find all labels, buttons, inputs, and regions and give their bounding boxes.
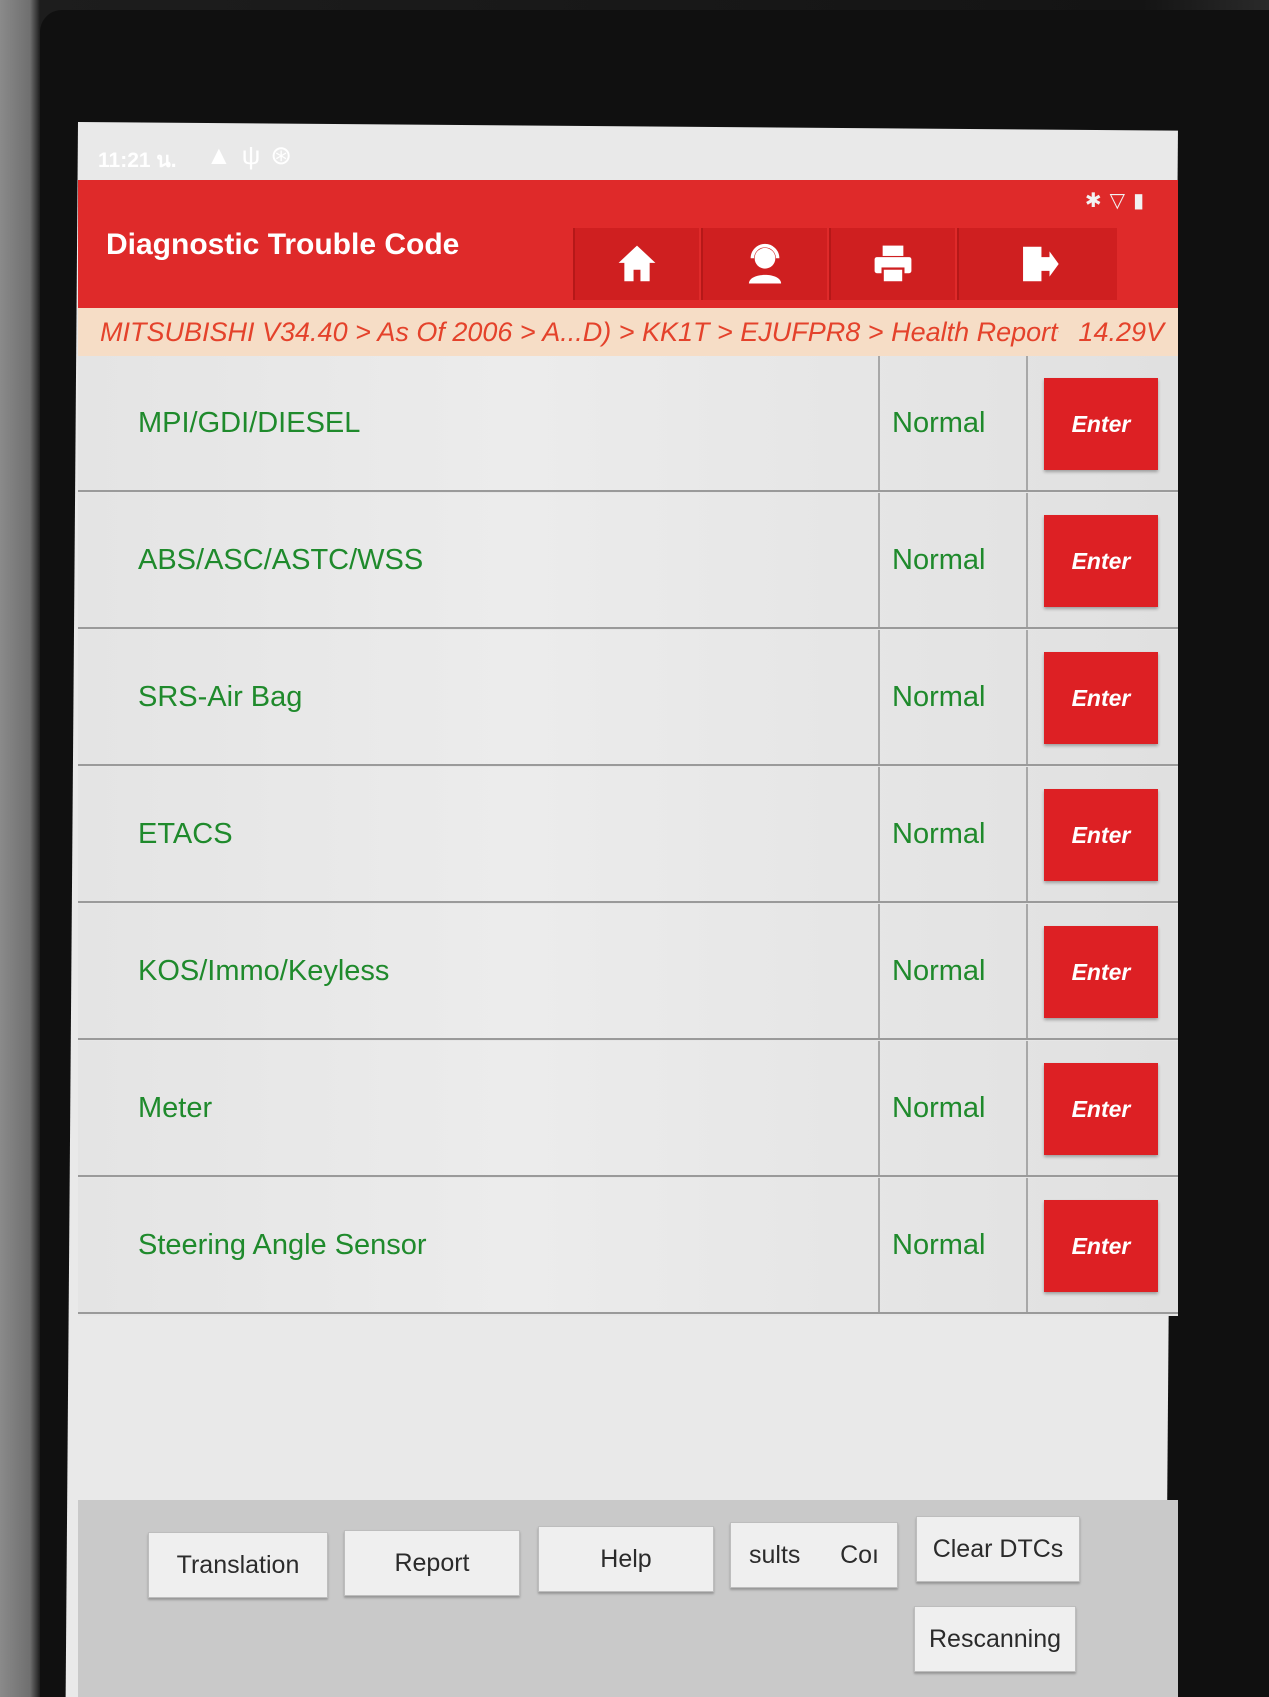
print-icon (874, 245, 912, 284)
table-row: ABS/ASC/ASTC/WSS Normal Enter (78, 493, 1178, 629)
warning-icon: ▲ (206, 140, 242, 170)
system-list: MPI/GDI/DIESEL Normal Enter ABS/ASC/ASTC… (78, 356, 1178, 1316)
enter-button[interactable]: Enter (1044, 1200, 1158, 1292)
bottom-toolbar: Translation Report Help sults Coı Clear … (78, 1500, 1178, 1697)
system-tray: ✱▽▮ (1085, 188, 1152, 213)
system-name: ABS/ASC/ASTC/WSS (138, 543, 424, 576)
clear-dtcs-button[interactable]: Clear DTCs (916, 1516, 1080, 1582)
enter-button[interactable]: Enter (1044, 515, 1158, 607)
system-name: Steering Angle Sensor (138, 1228, 427, 1261)
home-button[interactable] (573, 228, 699, 300)
enter-button[interactable]: Enter (1044, 926, 1158, 1018)
battery-voltage: 14.29V (1078, 316, 1164, 347)
support-button[interactable] (701, 228, 827, 300)
system-status: Normal (878, 767, 1028, 901)
exit-icon (1023, 246, 1059, 282)
breadcrumb-path: MITSUBISHI V34.40 > As Of 2006 > A...D) … (100, 316, 1058, 347)
translation-button[interactable]: Translation (148, 1532, 328, 1598)
enter-button[interactable]: Enter (1044, 789, 1158, 881)
status-bar: 11:21 น. ▲ψ⊛ (98, 140, 1178, 180)
system-name: KOS/Immo/Keyless (138, 954, 390, 987)
table-row: Steering Angle Sensor Normal Enter (78, 1178, 1178, 1314)
app-header: Diagnostic Trouble Code ✱▽▮ (78, 180, 1178, 308)
results-label: sults (749, 1540, 801, 1569)
status-time: 11:21 น. (98, 149, 177, 172)
breadcrumb: MITSUBISHI V34.40 > As Of 2006 > A...D) … (78, 308, 1178, 356)
table-row: SRS-Air Bag Normal Enter (78, 630, 1178, 766)
settings-icon: ⊛ (270, 140, 303, 170)
help-button[interactable]: Help (538, 1526, 714, 1592)
system-name: Meter (138, 1091, 213, 1124)
system-name: SRS-Air Bag (138, 680, 303, 713)
enter-button[interactable]: Enter (1044, 652, 1158, 744)
system-status: Normal (878, 630, 1028, 764)
enter-button[interactable]: Enter (1044, 1063, 1158, 1155)
table-row: KOS/Immo/Keyless Normal Enter (78, 904, 1178, 1040)
report-button[interactable]: Report (344, 1530, 520, 1596)
system-name: MPI/GDI/DIESEL (138, 406, 361, 439)
exit-button[interactable] (957, 228, 1117, 300)
support-icon (748, 243, 782, 284)
home-icon (618, 245, 656, 282)
system-name: ETACS (138, 817, 233, 850)
system-status: Normal (878, 356, 1028, 490)
table-row: ETACS Normal Enter (78, 767, 1178, 903)
table-row: Meter Normal Enter (78, 1041, 1178, 1177)
print-button[interactable] (829, 228, 955, 300)
system-status: Normal (878, 1041, 1028, 1175)
table-row: MPI/GDI/DIESEL Normal Enter (78, 356, 1178, 492)
bluetooth-icon: ✱ (1084, 190, 1110, 212)
page-title: Diagnostic Trouble Code (106, 228, 460, 261)
rescanning-button[interactable]: Rescanning (914, 1606, 1076, 1672)
system-status: Normal (878, 493, 1028, 627)
system-status: Normal (878, 1178, 1028, 1312)
battery-icon: ▮ (1132, 190, 1152, 212)
wifi-icon: ▽ (1109, 190, 1133, 212)
results-label-right: Coı (840, 1540, 879, 1569)
system-status: Normal (878, 904, 1028, 1038)
car-battery-icon (1057, 331, 1059, 333)
status-icons: ▲ψ⊛ (206, 140, 302, 171)
results-button[interactable]: sults Coı (730, 1522, 898, 1588)
usb-icon: ψ (241, 140, 271, 170)
enter-button[interactable]: Enter (1044, 378, 1158, 470)
